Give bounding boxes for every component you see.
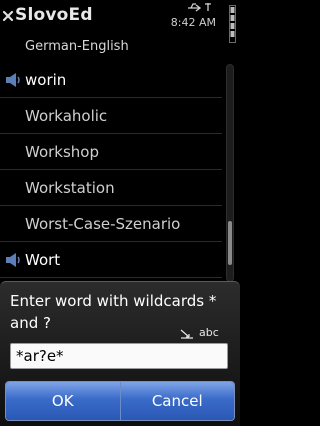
list-item[interactable]: Wort (0, 242, 222, 278)
battery-icon (229, 5, 236, 43)
wildcard-input[interactable] (10, 343, 228, 369)
close-icon[interactable] (2, 8, 14, 24)
list-item-label: Workstation (25, 179, 115, 197)
usb-icon (188, 3, 211, 12)
speaker-icon[interactable] (5, 252, 23, 268)
scrollbar-thumb[interactable] (228, 221, 232, 265)
clock: 8:42 AM (170, 16, 216, 29)
wildcard-dialog: Enter word with wildcards * and ? abc OK… (0, 281, 240, 426)
softkey-bar: OK Cancel (5, 381, 235, 421)
input-mode-indicator: abc (199, 326, 219, 339)
speaker-icon[interactable] (5, 72, 23, 88)
cancel-button[interactable]: Cancel (120, 382, 234, 420)
list-item-label: Workshop (25, 143, 100, 161)
list-item-label: worin (25, 71, 67, 89)
status-bar: SlovoEd 8:42 AM (0, 0, 240, 43)
list-item[interactable]: Workstation (0, 170, 222, 206)
list-item-label: Wort (25, 251, 61, 269)
list-item[interactable]: Workshop (0, 134, 222, 170)
list-item[interactable]: Workaholic (0, 98, 222, 134)
list-item-label: Workaholic (25, 107, 108, 125)
predictive-input-icon (180, 329, 193, 339)
list-item[interactable]: worin (0, 62, 222, 98)
scrollbar[interactable] (226, 64, 234, 282)
dictionary-name: German-English (25, 39, 129, 54)
list-item[interactable]: Worst-Case-Szenario (0, 206, 222, 242)
ok-button[interactable]: OK (6, 382, 121, 420)
word-list: worin Workaholic Workshop Workstation Wo… (0, 62, 222, 278)
app-title: SlovoEd (15, 5, 93, 25)
list-item-label: Worst-Case-Szenario (25, 215, 181, 233)
